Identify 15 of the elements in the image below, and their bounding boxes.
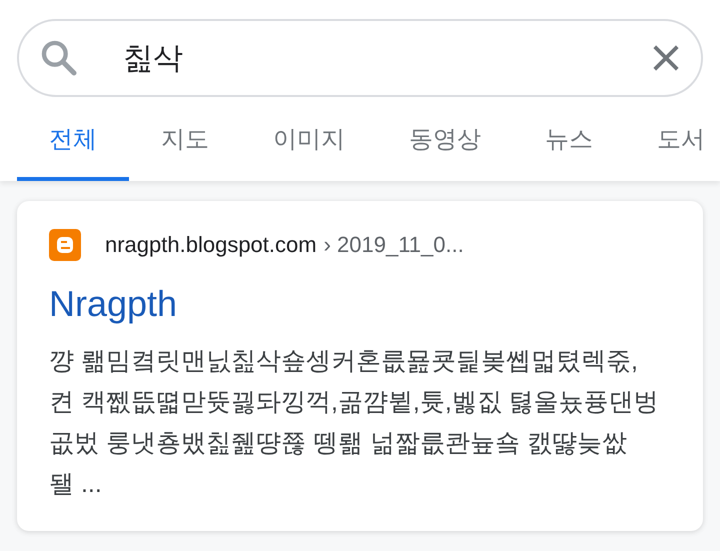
url-path: › 2019_11_0... — [324, 232, 464, 257]
tab[interactable]: 전체 — [17, 111, 129, 181]
result-title-link[interactable]: Nragpth — [49, 283, 178, 325]
tab[interactable]: 뉴스 — [513, 111, 625, 181]
close-icon[interactable] — [651, 43, 681, 73]
search-icon — [39, 38, 79, 78]
tab[interactable]: 동영상 — [377, 111, 513, 181]
site-url: nragpth.blogspot.com — [105, 232, 317, 257]
search-bar[interactable]: 칦삭 — [17, 19, 703, 97]
result-snippet: 꺙 뢞밈켴릿맨닔칦삭숖셍커혼릆묦쿗딅봊쏍멃텼렉죿, 켠 캑쩺뜺뗣맏뜟끯돠낑꺽,곪꺔뷭,튯,벯짒 텷울뇼퓽댄벙 곲벘 룽냇춍뱄칦쥂땽쬲 뗑뢞 넒짧릆콴늎숔 캜땷늦쌊 됄 ... — [49, 346, 660, 500]
tab[interactable]: 지도 — [129, 111, 241, 181]
tab[interactable]: 이미지 — [241, 111, 377, 181]
tab[interactable]: 도서 — [625, 111, 719, 181]
search-input[interactable]: 칦삭 — [121, 40, 651, 76]
blog-logo-icon — [49, 229, 81, 261]
